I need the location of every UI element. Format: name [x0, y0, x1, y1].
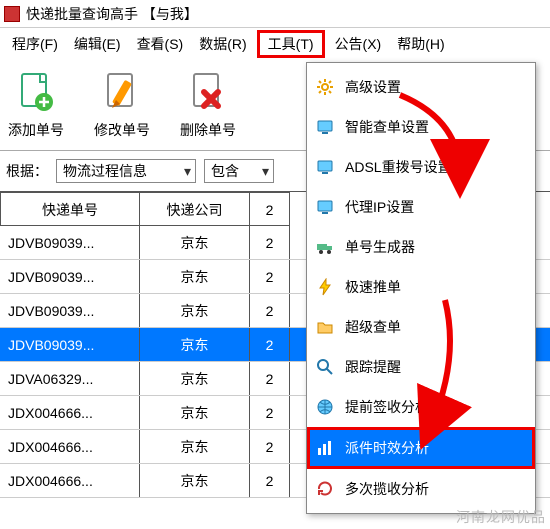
- cell-tracking: JDVB09039...: [0, 226, 140, 259]
- gear-icon: [315, 77, 335, 97]
- magnify-icon: [315, 357, 335, 377]
- cell-company: 京东: [140, 260, 250, 293]
- delete-button[interactable]: 删除单号: [180, 70, 236, 140]
- menu-help[interactable]: 帮助(H): [391, 30, 450, 58]
- cell-tracking: JDX004666...: [0, 396, 140, 429]
- cell-tracking: JDX004666...: [0, 464, 140, 497]
- chart-icon: [315, 438, 335, 458]
- cell-company: 京东: [140, 464, 250, 497]
- menu-item-monitor[interactable]: ADSL重拨号设置: [307, 147, 535, 187]
- document-edit-icon: [100, 70, 144, 114]
- col-tracking[interactable]: 快递单号: [0, 192, 140, 226]
- cell-extra: 2: [250, 294, 290, 327]
- menu-item-monitor[interactable]: 代理IP设置: [307, 187, 535, 227]
- cell-extra: 2: [250, 362, 290, 395]
- document-add-icon: [14, 70, 58, 114]
- refresh-icon: [315, 479, 335, 499]
- filter-match-select[interactable]: 包含: [204, 159, 274, 183]
- cell-company: 京东: [140, 362, 250, 395]
- menu-item-magnify[interactable]: 跟踪提醒: [307, 347, 535, 387]
- filter-basis-value: 物流过程信息: [63, 163, 147, 179]
- cell-company: 京东: [140, 294, 250, 327]
- filter-basis-label: 根据：: [6, 161, 48, 181]
- menu-program[interactable]: 程序(F): [6, 30, 64, 58]
- menu-item-refresh[interactable]: 多次揽收分析: [307, 469, 535, 509]
- menu-item-label: 智能查单设置: [345, 117, 429, 137]
- cell-extra: 2: [250, 430, 290, 463]
- add-button[interactable]: 添加单号: [8, 70, 64, 140]
- cell-tracking: JDX004666...: [0, 430, 140, 463]
- menu-announce[interactable]: 公告(X): [329, 30, 388, 58]
- cell-extra: 2: [250, 226, 290, 259]
- filter-basis-select[interactable]: 物流过程信息: [56, 159, 196, 183]
- monitor-icon: [315, 197, 335, 217]
- menu-edit[interactable]: 编辑(E): [68, 30, 127, 58]
- cell-extra: 2: [250, 328, 290, 361]
- cell-tracking: JDVB09039...: [0, 328, 140, 361]
- monitor-icon: [315, 157, 335, 177]
- globe-icon: [315, 397, 335, 417]
- monitor-icon: [315, 117, 335, 137]
- cell-extra: 2: [250, 464, 290, 497]
- cell-tracking: JDVB09039...: [0, 294, 140, 327]
- menu-view[interactable]: 查看(S): [131, 30, 190, 58]
- menu-item-gear[interactable]: 高级设置: [307, 67, 535, 107]
- menu-item-label: 派件时效分析: [345, 438, 429, 458]
- folder-icon: [315, 317, 335, 337]
- menu-item-label: 跟踪提醒: [345, 357, 401, 377]
- edit-button[interactable]: 修改单号: [94, 70, 150, 140]
- menu-item-bolt[interactable]: 极速推单: [307, 267, 535, 307]
- menu-item-label: 超级查单: [345, 317, 401, 337]
- add-label: 添加单号: [8, 120, 64, 140]
- edit-label: 修改单号: [94, 120, 150, 140]
- menu-item-label: 单号生成器: [345, 237, 415, 257]
- cell-company: 京东: [140, 328, 250, 361]
- cell-company: 京东: [140, 226, 250, 259]
- filter-match-value: 包含: [211, 163, 239, 179]
- menubar: 程序(F) 编辑(E) 查看(S) 数据(R) 工具(T) 公告(X) 帮助(H…: [0, 28, 550, 58]
- cell-extra: 2: [250, 396, 290, 429]
- col-extra[interactable]: 2: [250, 192, 290, 226]
- delete-label: 删除单号: [180, 120, 236, 140]
- menu-item-globe[interactable]: 提前签收分析: [307, 387, 535, 427]
- cell-company: 京东: [140, 430, 250, 463]
- menu-item-monitor[interactable]: 智能查单设置: [307, 107, 535, 147]
- menu-item-label: 多次揽收分析: [345, 479, 429, 499]
- cell-tracking: JDVA06329...: [0, 362, 140, 395]
- menu-data[interactable]: 数据(R): [193, 30, 252, 58]
- document-delete-icon: [186, 70, 230, 114]
- menu-item-folder[interactable]: 超级查单: [307, 307, 535, 347]
- menu-item-label: 极速推单: [345, 277, 401, 297]
- window-title: 快递批量查询高手 【与我】: [26, 0, 198, 28]
- truck-icon: [315, 237, 335, 257]
- cell-extra: 2: [250, 260, 290, 293]
- bolt-icon: [315, 277, 335, 297]
- menu-item-truck[interactable]: 单号生成器: [307, 227, 535, 267]
- menu-item-chart[interactable]: 派件时效分析: [307, 427, 535, 469]
- cell-company: 京东: [140, 396, 250, 429]
- col-company[interactable]: 快递公司: [140, 192, 250, 226]
- menu-tools[interactable]: 工具(T): [257, 30, 325, 58]
- watermark: 河南龙网优品: [456, 507, 546, 527]
- menu-item-label: 高级设置: [345, 77, 401, 97]
- app-icon: [4, 6, 20, 22]
- menu-item-label: 代理IP设置: [345, 197, 414, 217]
- menu-item-label: 提前签收分析: [345, 397, 429, 417]
- tools-dropdown: 高级设置智能查单设置 ADSL重拨号设置代理IP设置单号生成器极速推单超级查单跟踪…: [306, 62, 536, 514]
- cell-tracking: JDVB09039...: [0, 260, 140, 293]
- menu-item-label: ADSL重拨号设置: [345, 157, 452, 177]
